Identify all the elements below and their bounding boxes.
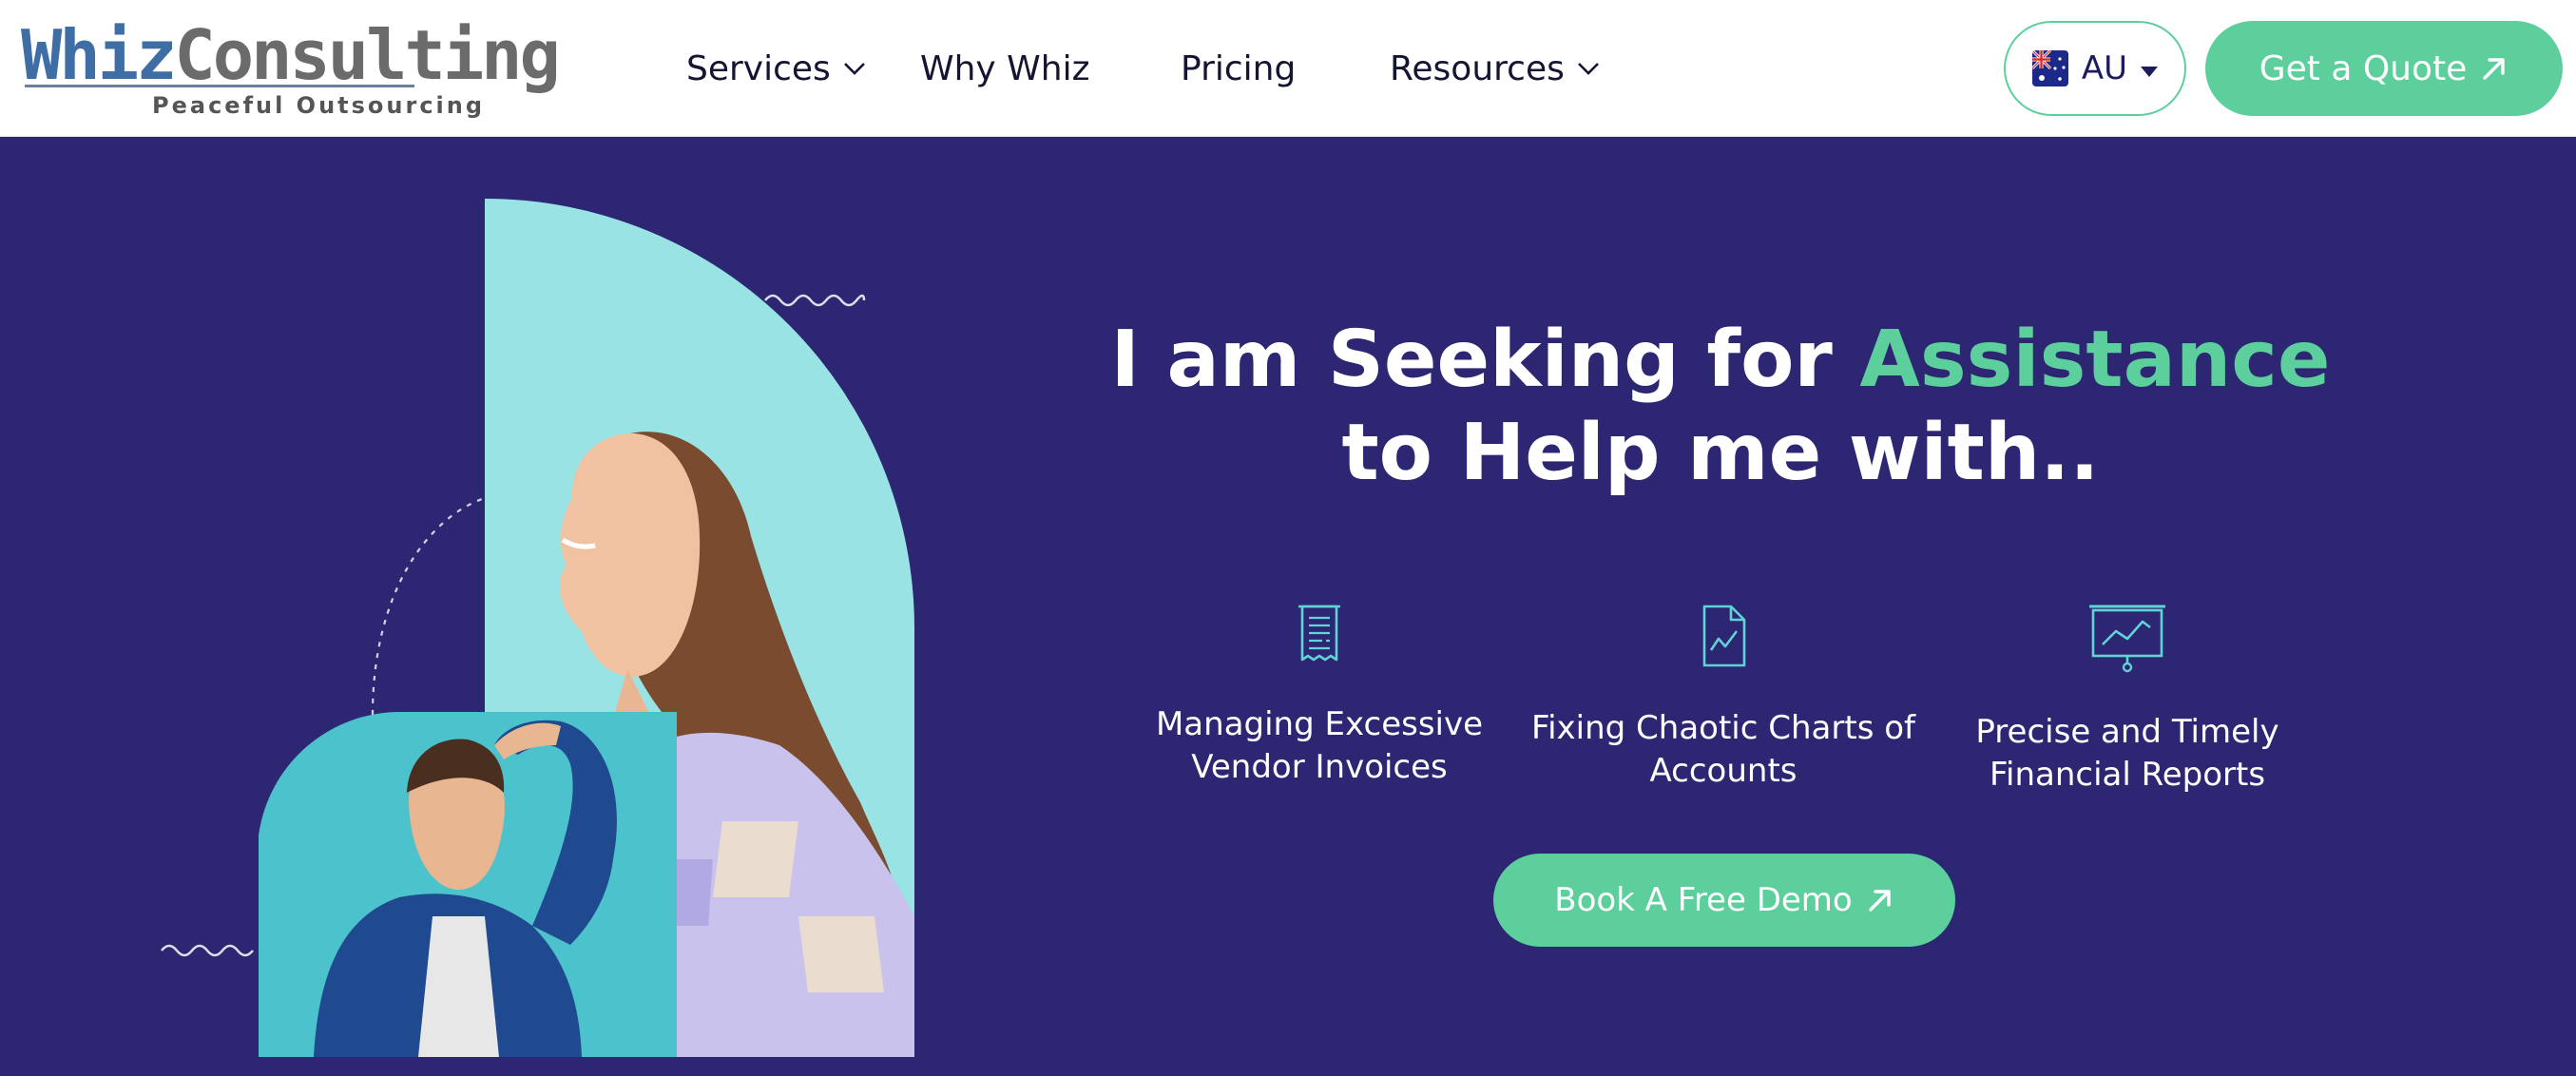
hero-section: I am Seeking for Assistance to Help me w… bbox=[0, 137, 2576, 1076]
chevron-down-icon bbox=[1577, 63, 1599, 75]
feature-charts-of-accounts[interactable]: Fixing Chaotic Charts of Accounts bbox=[1524, 603, 1923, 793]
headline-accent: Assistance bbox=[1859, 315, 2331, 405]
nav-pricing-label: Pricing bbox=[1181, 48, 1297, 88]
feature-financial-reports[interactable]: Precise and Timely Financial Reports bbox=[1928, 603, 2327, 797]
nav-services[interactable]: Services bbox=[686, 0, 867, 137]
region-label: AU bbox=[2081, 49, 2128, 87]
get-a-quote-label: Get a Quote bbox=[2259, 48, 2468, 88]
caret-down-icon bbox=[2141, 66, 2159, 77]
get-a-quote-button[interactable]: Get a Quote bbox=[2205, 21, 2563, 116]
presentation-board-icon bbox=[2089, 605, 2165, 673]
feature-label: Precise and Timely Financial Reports bbox=[1975, 713, 2279, 794]
nav-services-label: Services bbox=[686, 48, 831, 88]
nav-why-whiz-label: Why Whiz bbox=[920, 48, 1090, 88]
logo-underline bbox=[25, 85, 414, 87]
chevron-down-icon bbox=[843, 63, 865, 75]
region-selector[interactable]: AU bbox=[2004, 21, 2186, 116]
hero-headline: I am Seeking for Assistance to Help me w… bbox=[1110, 315, 2331, 498]
feature-label: Managing Excessive Vendor Invoices bbox=[1155, 705, 1484, 786]
nav-resources-label: Resources bbox=[1390, 48, 1565, 88]
invoice-document-icon bbox=[1298, 605, 1340, 662]
australia-flag-icon bbox=[2031, 50, 2068, 86]
feature-vendor-invoices[interactable]: Managing Excessive Vendor Invoices bbox=[1120, 603, 1519, 789]
book-free-demo-label: Book A Free Demo bbox=[1554, 881, 1853, 919]
whiz-consulting-logo[interactable]: WhizConsulting Peaceful Outsourcing bbox=[21, 17, 561, 120]
chart-document-icon bbox=[1702, 605, 1746, 667]
logo-tagline: Peaceful Outsourcing bbox=[152, 92, 486, 119]
nav-resources[interactable]: Resources bbox=[1390, 0, 1601, 137]
arrow-up-right-icon bbox=[2483, 58, 2505, 80]
squiggle-decoration bbox=[161, 944, 254, 957]
hero-illustration bbox=[161, 199, 914, 1057]
arrow-up-right-icon bbox=[1869, 890, 1891, 912]
squiggle-decoration bbox=[764, 294, 866, 307]
feature-label: Fixing Chaotic Charts of Accounts bbox=[1531, 709, 1915, 790]
site-header: WhizConsulting Peaceful Outsourcing Serv… bbox=[0, 0, 2576, 137]
book-free-demo-button[interactable]: Book A Free Demo bbox=[1493, 854, 1955, 947]
logo-wordmark: WhizConsulting bbox=[21, 15, 561, 95]
nav-pricing[interactable]: Pricing bbox=[1181, 0, 1296, 137]
nav-why-whiz[interactable]: Why Whiz bbox=[920, 0, 1089, 137]
dashed-arc-decoration bbox=[371, 496, 486, 716]
